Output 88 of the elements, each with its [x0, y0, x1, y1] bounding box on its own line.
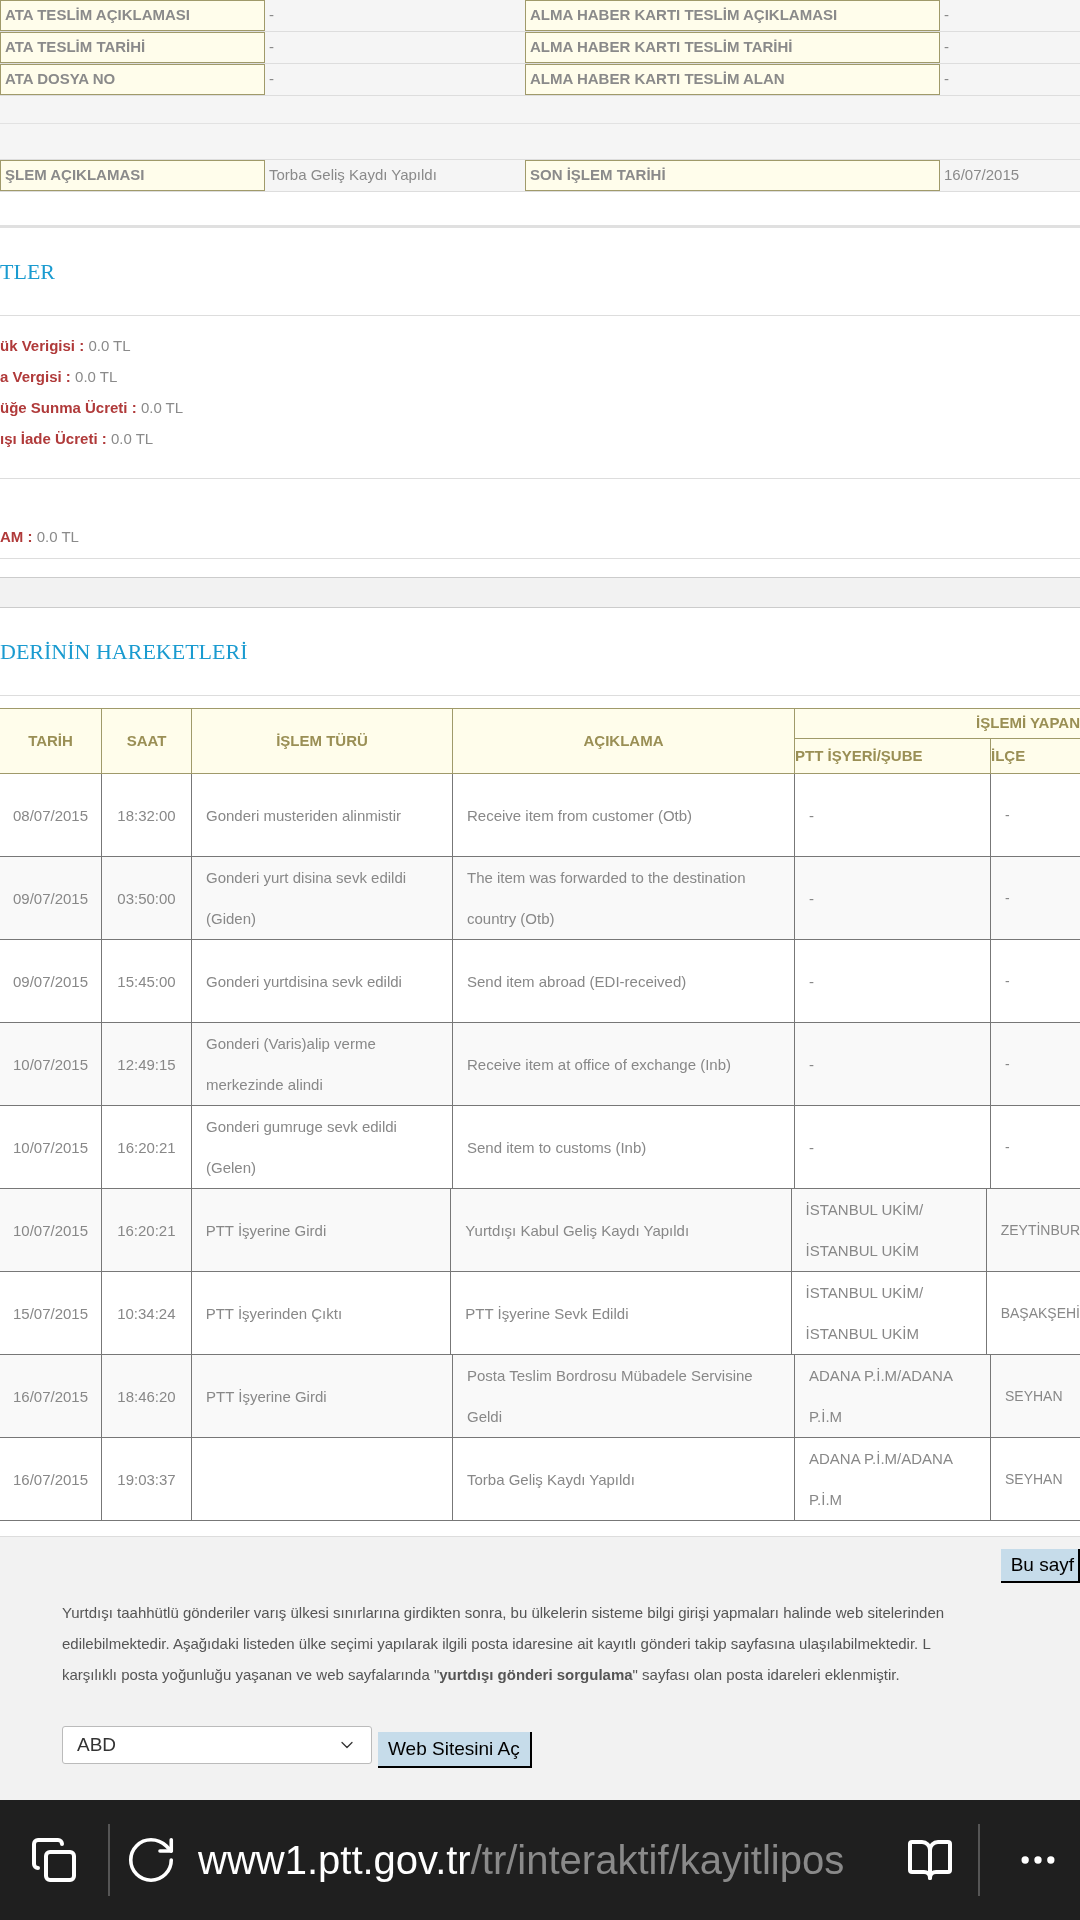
table-cell: Gonderi musteriden alinmistir	[192, 774, 453, 856]
table-cell: 16:20:21	[102, 1106, 192, 1188]
field-label: ALMA HABER KARTI TESLİM AÇIKLAMASI	[525, 0, 940, 31]
table-cell: İSTANBUL UKİM/İSTANBUL UKİM	[791, 1272, 987, 1354]
column-header: AÇIKLAMA	[453, 709, 795, 773]
table-cell: 16:20:21	[102, 1189, 192, 1271]
field-label: ALMA HABER KARTI TESLİM ALAN	[525, 64, 940, 95]
table-cell-text: -	[1004, 888, 1011, 908]
country-select[interactable]: ABD	[62, 1726, 372, 1764]
table-cell: 10/07/2015	[0, 1189, 102, 1271]
column-header: İŞLEM TÜRÜ	[192, 709, 453, 773]
field-value: -	[943, 5, 950, 26]
fee-line: üğe Sunma Ücreti : 0.0 TL	[0, 398, 185, 418]
table-cell: -	[795, 1023, 991, 1105]
fee-line: a Vergisi : 0.0 TL	[0, 367, 119, 387]
field-label: ATA TESLİM TARİHİ	[0, 32, 265, 63]
field-label: ALMA HABER KARTI TESLİM TARİHİ	[525, 32, 940, 63]
table-cell: PTT İşyerine Sevk Edildi	[451, 1272, 792, 1354]
table-cell: Posta Teslim Bordrosu Mübadele Servisine Geldi	[453, 1355, 795, 1437]
table-cell: -	[795, 774, 991, 856]
field-value: 16/07/2015	[943, 165, 1021, 186]
field-value: Torba Geliş Kaydı Yapıldı	[268, 165, 438, 186]
field-value: -	[943, 37, 950, 58]
column-header: TARİH	[0, 709, 102, 773]
table-cell-text: SEYHAN	[1004, 1469, 1064, 1489]
total-line: AM : 0.0 TL	[0, 526, 79, 547]
table-cell-text: SEYHAN	[1004, 1386, 1064, 1406]
table-cell: Receive item at office of exchange (Inb)	[453, 1023, 795, 1105]
table-cell: 10:34:24	[102, 1272, 192, 1354]
table-cell: 10/07/2015	[0, 1023, 102, 1105]
table-cell: 15:45:00	[102, 940, 192, 1022]
open-site-button[interactable]: Web Sitesini Aç	[378, 1732, 532, 1768]
table-cell: Yurtdışı Kabul Geliş Kaydı Yapıldı	[451, 1189, 792, 1271]
table-cell: 16/07/2015	[0, 1355, 102, 1437]
table-cell: 12:49:15	[102, 1023, 192, 1105]
table-cell-text: -	[1004, 1137, 1011, 1157]
table-cell-text: -	[1004, 1054, 1011, 1074]
table-cell: -	[795, 940, 991, 1022]
fee-line: ük Verigisi : 0.0 TL	[0, 336, 132, 356]
table-cell: The item was forwarded to the destination country (Otb)	[453, 857, 795, 939]
field-value: -	[268, 69, 275, 90]
fee-line: ışı İade Ücreti : 0.0 TL	[0, 429, 155, 449]
field-label: ŞLEM AÇIKLAMASI	[0, 160, 265, 191]
section-title: DERİNİN HAREKETLERİ	[0, 638, 248, 666]
table-cell: 10/07/2015	[0, 1106, 102, 1188]
table-cell: 03:50:00	[102, 857, 192, 939]
table-cell-text: -	[1004, 805, 1011, 825]
table-cell: 18:46:20	[102, 1355, 192, 1437]
field-value: -	[943, 69, 950, 90]
table-cell: 19:03:37	[102, 1438, 192, 1520]
table-cell: Torba Geliş Kaydı Yapıldı	[453, 1438, 795, 1520]
table-cell: 09/07/2015	[0, 857, 102, 939]
notice-paragraph: Yurtdışı taahhütlü gönderiler varış ülkesi sınırlarına girdikten sonra, bu ülkelerin sisteme bilgi girişi yapmaları halinde web sitelerinden edilebilmektedir. Aşağıdaki listeden ülke seçimi yapılarak ilgili posta idaresine ait kayıtlı gönderi takip sayfasına ulaşılabilmektedir. L karşılıklı posta yoğunluğu yaşanan ve web sayfalarında "yurtdışı gönderi sorgulama" sayfası olan posta idareleri eklenmiştir.	[61, 1603, 946, 1685]
table-cell: Send item abroad (EDI-received)	[453, 940, 795, 1022]
table-cell: -	[795, 1106, 991, 1188]
table-cell: PTT İşyerinden Çıktı	[191, 1272, 452, 1354]
table-cell: İSTANBUL UKİM/İSTANBUL UKİM	[791, 1189, 987, 1271]
field-label: ATA DOSYA NO	[0, 64, 265, 95]
column-group-header: İŞLEMİ YAPAN	[795, 709, 1080, 739]
table-cell: 18:32:00	[102, 774, 192, 856]
table-cell: Gonderi yurtdisina sevk edildi	[192, 940, 453, 1022]
table-cell: Gonderi gumruge sevk edildi (Gelen)	[192, 1106, 453, 1188]
table-cell-text: BAŞAKŞEHİ	[999, 1303, 1080, 1323]
table-cell-text: ZEYTİNBUR	[999, 1220, 1080, 1240]
column-header: SAAT	[102, 709, 192, 773]
table-cell: -	[795, 857, 991, 939]
table-cell: ADANA P.İ.M/ADANA P.İ.M	[795, 1355, 991, 1437]
table-cell-text: -	[1004, 971, 1011, 991]
table-cell: 15/07/2015	[0, 1272, 102, 1354]
field-value: -	[268, 37, 275, 58]
table-cell: Gonderi (Varis)alip verme merkezinde alindi	[192, 1023, 453, 1105]
table-cell: Send item to customs (Inb)	[453, 1106, 795, 1188]
table-cell: Gonderi yurt disina sevk edildi (Giden)	[192, 857, 453, 939]
table-cell: PTT İşyerine Girdi	[191, 1189, 452, 1271]
section-title: TLER	[0, 258, 55, 286]
column-header: PTT İŞYERİ/ŞUBE	[795, 739, 991, 773]
table-cell: 09/07/2015	[0, 940, 102, 1022]
table-cell: 08/07/2015	[0, 774, 102, 856]
field-label: SON İŞLEM TARİHİ	[525, 160, 940, 191]
table-cell: Receive item from customer (Otb)	[453, 774, 795, 856]
column-header: İLÇE	[991, 745, 1027, 766]
print-button[interactable]: Bu sayf	[1000, 1549, 1080, 1583]
field-label: ATA TESLİM AÇIKLAMASI	[0, 0, 265, 31]
table-cell: ADANA P.İ.M/ADANA P.İ.M	[795, 1438, 991, 1520]
tabs-icon[interactable]	[30, 1836, 78, 1884]
table-cell: 16/07/2015	[0, 1438, 102, 1520]
field-value: -	[268, 5, 275, 26]
table-cell: PTT İşyerine Girdi	[192, 1355, 453, 1437]
